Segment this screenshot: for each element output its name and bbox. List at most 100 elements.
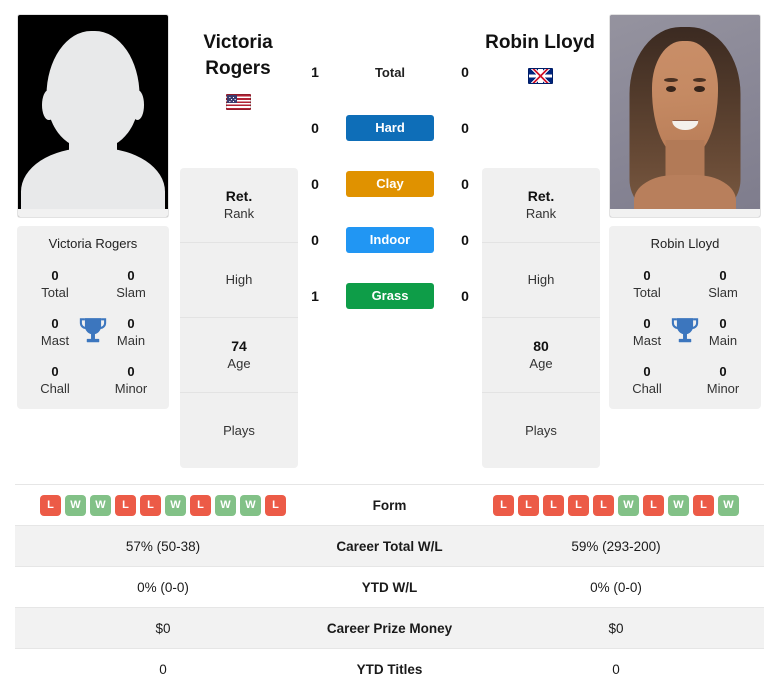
left-titles-grid: 0 Total 0 Slam 0 Mast 0 Main 0 Chall 0 M… [17, 267, 169, 397]
form-chip-loss[interactable]: L [543, 494, 564, 516]
surface-badge-clay[interactable]: Clay [346, 171, 434, 197]
right-player-info-card: Ret. Rank High 80 Age Plays [482, 168, 600, 468]
flag-us-icon [225, 93, 251, 110]
right-title-total-value: 0 [643, 268, 651, 283]
right-age-label: Age [529, 356, 553, 371]
form-chip-loss[interactable]: L [265, 494, 286, 516]
left-title-chall-label: Chall [40, 381, 70, 396]
right-player-flag-wrap [465, 63, 615, 89]
h2h-total-label: Total [374, 64, 406, 80]
comparison-header: Victoria Rogers 1 Total 0 0 Hard 0 0 Cla… [0, 0, 779, 480]
right-title-total: 0 Total [609, 267, 685, 301]
right-card-player-name: Robin Lloyd [650, 236, 720, 251]
left-career-prize-money: $0 [15, 607, 311, 649]
left-player-info-card: Ret. Rank High 74 Age Plays [180, 168, 298, 468]
right-title-slam-value: 0 [719, 268, 727, 283]
left-form-strip: LWWLLWLWWL [16, 494, 310, 516]
left-card-player-name: Victoria Rogers [48, 236, 138, 251]
h2h-hard-right-value: 0 [461, 120, 469, 136]
right-player-photo-frame[interactable] [609, 14, 761, 218]
form-chip-loss[interactable]: L [568, 494, 589, 516]
h2h-indoor-left-value: 0 [311, 232, 319, 248]
left-career-total-wl: 57% (50-38) [15, 525, 311, 567]
form-chip-win[interactable]: W [215, 494, 236, 516]
row-label-career-total-wl: Career Total W/L [311, 525, 468, 567]
right-rank-value: Ret. [527, 188, 555, 204]
right-player-name-line1: Robin Lloyd [485, 32, 595, 53]
h2h-row-indoor: 0 Indoor 0 [300, 226, 480, 254]
right-rank-label: Rank [525, 206, 557, 221]
left-player-name-line2: Rogers [205, 58, 271, 79]
form-chip-loss[interactable]: L [493, 494, 514, 516]
right-high-cell: High [482, 243, 600, 318]
form-chip-loss[interactable]: L [643, 494, 664, 516]
right-age-value: 80 [533, 338, 549, 354]
left-title-total-label: Total [41, 285, 69, 300]
right-player-name-header[interactable]: Robin Lloyd [465, 30, 615, 89]
left-player-photo-frame[interactable] [17, 14, 169, 218]
form-chip-loss[interactable]: L [518, 494, 539, 516]
form-chip-win[interactable]: W [618, 494, 639, 516]
right-high-label: High [527, 272, 555, 287]
surface-badge-indoor[interactable]: Indoor [346, 227, 434, 253]
surface-badge-hard[interactable]: Hard [346, 115, 434, 141]
left-age-value: 74 [231, 338, 247, 354]
form-chip-loss[interactable]: L [115, 494, 136, 516]
form-chip-win[interactable]: W [668, 494, 689, 516]
left-player-name-line1: Victoria [203, 32, 273, 53]
right-player-titles-card: Robin Lloyd 0 Total 0 Slam 0 Mast 0 Main [609, 226, 761, 409]
right-ytd-wl: 0% (0-0) [468, 566, 764, 608]
form-chip-win[interactable]: W [90, 494, 111, 516]
form-chip-win[interactable]: W [65, 494, 86, 516]
right-title-minor-value: 0 [719, 364, 727, 379]
row-label-form: Form [311, 484, 468, 526]
left-rank-label: Rank [223, 206, 255, 221]
player-comparison-page: Victoria Rogers 1 Total 0 0 Hard 0 0 Cla… [0, 0, 779, 699]
form-chip-loss[interactable]: L [693, 494, 714, 516]
surface-badge-grass[interactable]: Grass [346, 283, 434, 309]
table-row-career-total-wl: 57% (50-38) Career Total W/L 59% (293-20… [15, 525, 764, 567]
left-high-label: High [225, 272, 253, 287]
left-title-minor-label: Minor [114, 381, 148, 396]
comparison-stats-table: LWWLLWLWWL Form LLLLLWLWLW 57% (50-38) C… [15, 484, 764, 690]
h2h-row-clay: 0 Clay 0 [300, 170, 480, 198]
right-rank-cell: Ret. Rank [482, 168, 600, 243]
form-chip-loss[interactable]: L [140, 494, 161, 516]
right-form-cell: LLLLLWLWLW [468, 484, 764, 526]
left-form-cell: LWWLLWLWWL [15, 484, 311, 526]
right-title-minor-label: Minor [706, 381, 740, 396]
h2h-hard-left-value: 0 [311, 120, 319, 136]
right-age-cell: 80 Age [482, 318, 600, 393]
right-titles-grid: 0 Total 0 Slam 0 Mast 0 Main 0 Chall 0 M… [609, 267, 761, 397]
form-chip-loss[interactable]: L [190, 494, 211, 516]
left-player-name-header[interactable]: Victoria Rogers [163, 30, 313, 115]
right-title-total-label: Total [633, 285, 661, 300]
left-high-cell: High [180, 243, 298, 318]
table-row-career-prize-money: $0 Career Prize Money $0 [15, 607, 764, 649]
left-title-minor-value: 0 [127, 364, 135, 379]
h2h-grass-right-value: 0 [461, 288, 469, 304]
flag-gb-icon [527, 67, 553, 84]
form-chip-win[interactable]: W [718, 494, 739, 516]
left-title-total-value: 0 [51, 268, 59, 283]
form-chip-win[interactable]: W [240, 494, 261, 516]
left-player-titles-card: Victoria Rogers 0 Total 0 Slam 0 Mast 0 … [17, 226, 169, 409]
h2h-clay-right-value: 0 [461, 176, 469, 192]
right-ytd-titles: 0 [468, 648, 764, 690]
table-row-ytd-titles: 0 YTD Titles 0 [15, 648, 764, 690]
right-player-photo [610, 15, 760, 217]
h2h-grass-left-value: 1 [311, 288, 319, 304]
player-portrait-photo [610, 15, 760, 217]
form-chip-win[interactable]: W [165, 494, 186, 516]
table-row-form: LWWLLWLWWL Form LLLLLWLWLW [15, 484, 764, 526]
form-chip-loss[interactable]: L [40, 494, 61, 516]
h2h-row-grass: 1 Grass 0 [300, 282, 480, 310]
h2h-row-total: 1 Total 0 [300, 58, 480, 86]
left-player-flag-wrap [163, 89, 313, 115]
left-age-cell: 74 Age [180, 318, 298, 393]
form-chip-loss[interactable]: L [593, 494, 614, 516]
right-form-strip: LLLLLWLWLW [469, 494, 763, 516]
row-label-ytd-titles: YTD Titles [311, 648, 468, 690]
row-label-ytd-wl: YTD W/L [311, 566, 468, 608]
right-title-slam: 0 Slam [685, 267, 761, 301]
